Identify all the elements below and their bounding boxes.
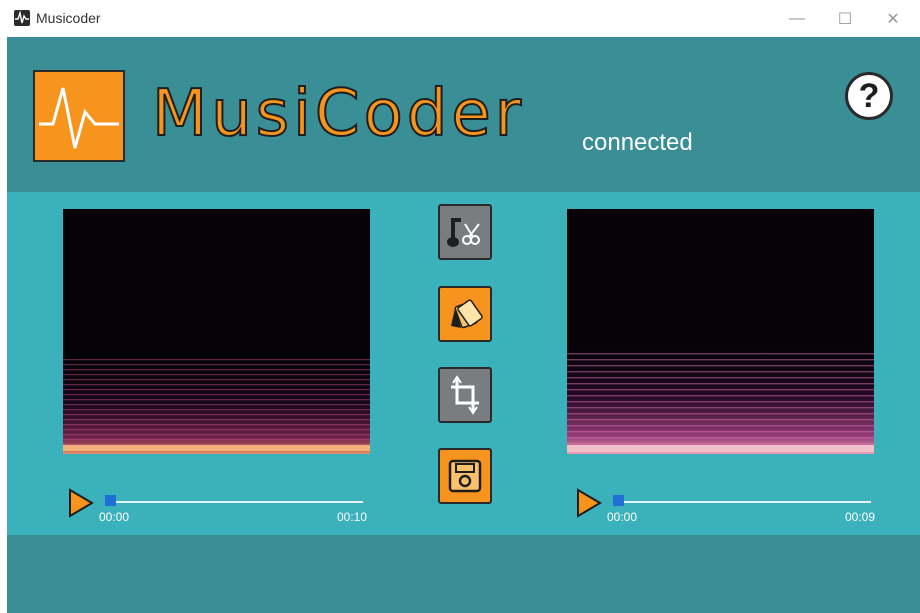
cut-music-button[interactable] [438,204,492,260]
play-icon [577,488,602,518]
waveform-icon [14,10,30,26]
color-swatches-icon [451,299,483,329]
minimize-button[interactable]: — [774,0,820,37]
output-spectrogram [567,209,874,454]
connection-status: connected [582,129,693,156]
output-current-time: 00:00 [607,510,638,524]
style-palette-button[interactable] [438,286,492,342]
output-player: 00:00 00:09 [575,488,875,528]
input-duration: 00:10 [336,510,367,524]
brand-name: MusiCoder [151,76,526,152]
input-current-time: 00:00 [99,510,130,524]
maximize-button[interactable]: ☐ [822,0,868,37]
play-icon [69,488,94,518]
play-output-button[interactable] [575,488,603,523]
crop-rotate-button[interactable] [438,367,492,423]
output-seek-thumb[interactable] [613,495,624,506]
title-bar: Musicoder — ☐ ✕ [0,0,920,37]
save-button[interactable] [438,448,492,504]
main-panel: 00:00 00:10 00:00 00:09 [7,192,920,535]
help-button[interactable]: ? [845,72,893,120]
play-input-button[interactable] [67,488,95,523]
window-title: Musicoder [36,10,101,26]
save-disk-icon [448,459,482,493]
input-seek-thumb[interactable] [105,495,116,506]
logo [33,70,125,162]
input-player: 00:00 00:10 [67,488,367,528]
crop-rotate-icon [451,375,479,415]
output-duration: 00:09 [844,510,875,524]
music-scissors-icon [447,218,480,247]
header: MusiCoder connected ? [7,37,920,192]
output-seek-track[interactable] [613,501,871,503]
close-button[interactable]: ✕ [870,0,916,37]
waveform-logo-icon [39,87,119,149]
input-spectrogram [63,209,370,454]
footer-bar [7,535,920,613]
input-seek-track[interactable] [105,501,363,503]
